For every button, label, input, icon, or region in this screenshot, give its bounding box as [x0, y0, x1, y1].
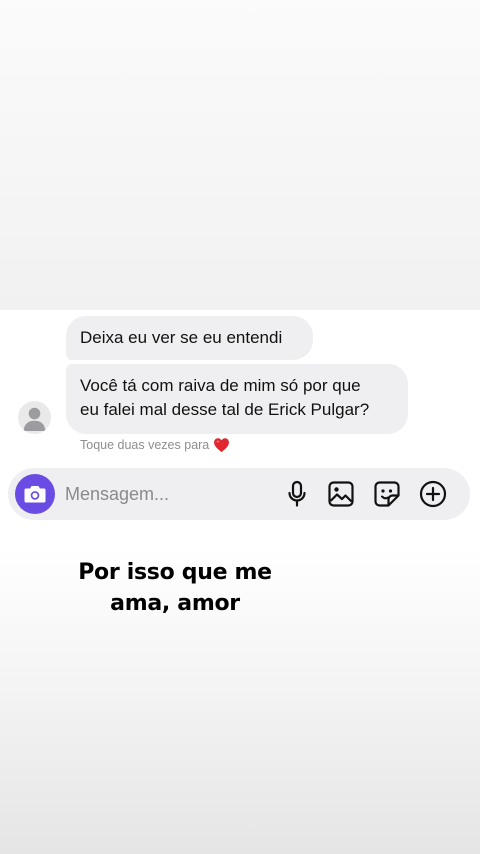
- heart-icon: [214, 438, 230, 453]
- default-avatar-icon: [23, 407, 46, 431]
- microphone-icon: [288, 480, 306, 507]
- gallery-icon: [328, 481, 354, 507]
- message-composer: [8, 468, 470, 520]
- microphone-button[interactable]: [282, 479, 312, 509]
- double-tap-hint: Toque duas vezes para: [80, 437, 230, 453]
- message-text: Deixa eu ver se eu entendi: [80, 328, 283, 347]
- message-input[interactable]: [65, 482, 265, 506]
- plus-icon: [419, 480, 447, 508]
- avatar[interactable]: [18, 401, 51, 434]
- caption-line: Por isso que me: [78, 560, 272, 585]
- chat-panel: Deixa eu ver se eu entendi Você tá com r…: [0, 310, 480, 545]
- camera-icon: [24, 486, 46, 503]
- background-top: [0, 0, 480, 310]
- camera-button[interactable]: [15, 474, 55, 514]
- caption-line: ama, amor: [110, 591, 240, 616]
- story-caption: Por isso que me ama, amor: [0, 557, 350, 619]
- sticker-button[interactable]: [372, 479, 402, 509]
- message-bubble[interactable]: Você tá com raiva de mim só por que eu f…: [66, 364, 408, 434]
- add-button[interactable]: [418, 479, 448, 509]
- message-text-line: eu falei mal desse tal de Erick Pulgar?: [80, 400, 370, 419]
- gallery-button[interactable]: [326, 479, 356, 509]
- message-bubble[interactable]: Deixa eu ver se eu entendi: [66, 316, 313, 360]
- hint-text: Toque duas vezes para: [80, 438, 210, 452]
- message-text-line: Você tá com raiva de mim só por que: [80, 376, 361, 395]
- sticker-icon: [374, 481, 400, 507]
